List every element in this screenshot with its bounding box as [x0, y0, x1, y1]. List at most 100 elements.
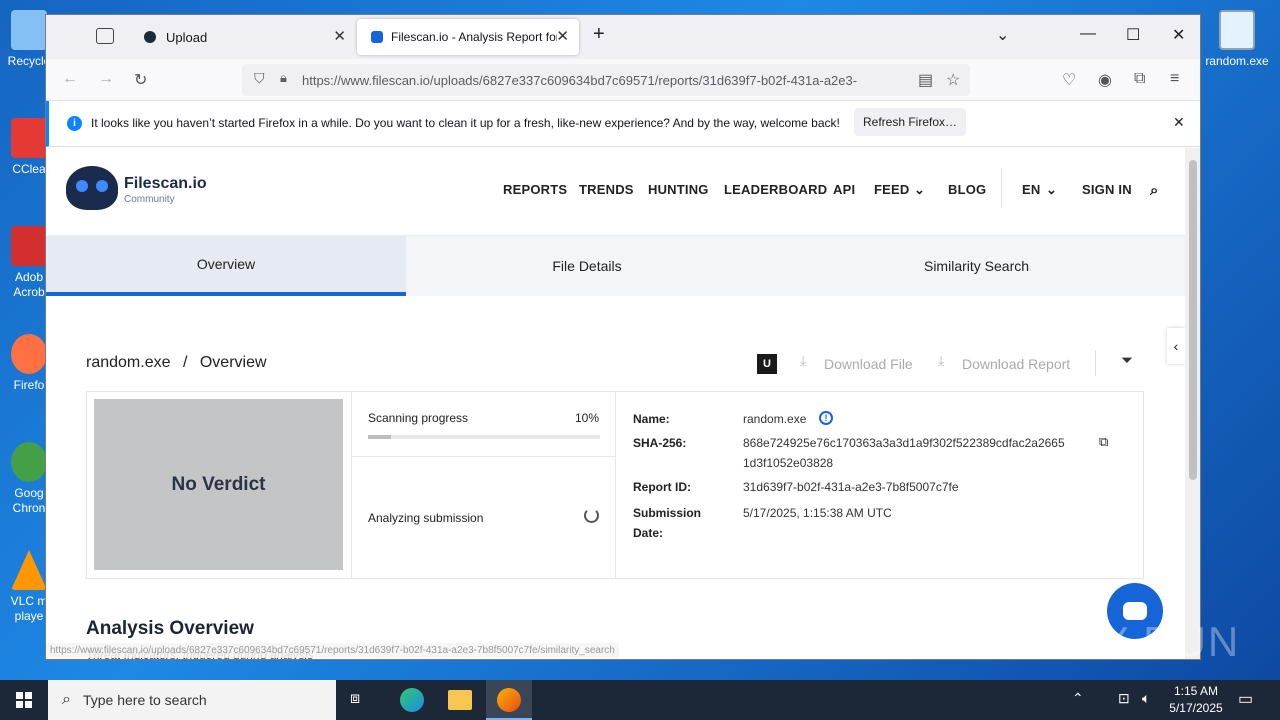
close-tab-icon[interactable]: ✕	[556, 27, 569, 45]
tab-bar: Upload ✕ Filescan.io - Analysis Report f…	[46, 15, 1200, 59]
spinner-icon	[584, 508, 599, 523]
ccleaner-icon	[11, 118, 47, 158]
firefox-icon	[11, 334, 47, 374]
desktop-icon-random-exe[interactable]: random.exe	[1205, 10, 1269, 69]
firefox-taskbar-button[interactable]	[486, 680, 532, 720]
navigation-bar: ← → ↻ ⛉ 🔒︎ https://www.filescan.io/uploa…	[46, 59, 1200, 101]
info-icon: i	[67, 116, 82, 131]
tab-similarity-search[interactable]: Similarity Search	[768, 236, 1185, 296]
menu-feed[interactable]: FEED	[874, 182, 909, 197]
reader-view-icon[interactable]: ▤	[918, 70, 933, 90]
status-url: https://www.filescan.io/uploads/6827e337…	[46, 643, 619, 658]
breadcrumb-separator: /	[182, 354, 188, 371]
tab-filescan-report[interactable]: Filescan.io - Analysis Report for ✕	[357, 19, 579, 55]
menu-icon[interactable]: ≡	[1170, 70, 1179, 88]
taskbar-search[interactable]: ⌕ Type here to search	[48, 680, 336, 720]
show-hidden-icons[interactable]: ⌃	[1072, 690, 1084, 707]
user-badge[interactable]: U	[757, 354, 777, 374]
report-id-label: Report ID:	[633, 480, 691, 494]
pocket-icon[interactable]: ♡	[1062, 70, 1076, 90]
edge-icon[interactable]	[400, 688, 424, 712]
overview-card: No Verdict Scanning progress 10% Analyzi…	[86, 391, 1144, 579]
submission-date-label: Submission	[633, 506, 702, 520]
report-id-value: 31d639f7-b02f-431a-a2e3-7b8f5007c7fe	[743, 480, 959, 494]
account-icon[interactable]: ◉	[1098, 70, 1112, 90]
acrobat-icon	[11, 226, 47, 266]
url-text[interactable]: https://www.filescan.io/uploads/6827e337…	[302, 73, 857, 88]
task-view-icon[interactable]: ⧈	[350, 690, 360, 708]
volume-icon[interactable]: 🔈︎	[1142, 690, 1150, 707]
desktop-icon-label: CClea	[12, 162, 46, 176]
tab-overview[interactable]: Overview	[46, 236, 406, 296]
tab-upload[interactable]: Upload ✕	[130, 19, 356, 55]
minimize-icon[interactable]: —	[1080, 25, 1096, 43]
close-window-icon[interactable]: ✕	[1172, 25, 1185, 45]
download-file-button[interactable]: Download File	[824, 356, 913, 372]
file-explorer-icon[interactable]	[448, 690, 472, 710]
close-tab-icon[interactable]: ✕	[333, 27, 346, 45]
reload-icon[interactable]: ↻	[134, 70, 147, 90]
tab-file-details[interactable]: File Details	[406, 236, 768, 296]
menu-trends[interactable]: TRENDS	[579, 182, 634, 197]
notification-text: It looks like you haven’t started Firefo…	[91, 116, 840, 130]
clock-date[interactable]: 5/17/2025	[1166, 701, 1226, 715]
owl-logo-icon[interactable]	[66, 166, 118, 210]
site-header: Filescan.io Community REPORTS TRENDS HUN…	[46, 148, 1185, 236]
menu-leaderboard[interactable]: LEADERBOARD	[724, 182, 827, 197]
menu-hunting[interactable]: HUNTING	[648, 182, 709, 197]
menu-api[interactable]: API	[833, 182, 855, 197]
notifications-icon[interactable]: ▭	[1238, 689, 1253, 709]
shield-icon[interactable]: ⛉	[254, 70, 265, 87]
browser-window: Upload ✕ Filescan.io - Analysis Report f…	[45, 14, 1201, 660]
scan-progress-label: Scanning progress	[368, 411, 469, 425]
download-report-button[interactable]: Download Report	[962, 356, 1070, 372]
logo-name[interactable]: Filescan.io	[124, 175, 207, 193]
submission-date-label-2: Date:	[633, 526, 664, 540]
tab-favicon-icon	[371, 31, 383, 43]
scrollbar[interactable]	[1185, 148, 1200, 659]
menu-reports[interactable]: REPORTS	[503, 182, 567, 197]
recycle-bin-icon	[11, 10, 47, 50]
menu-language[interactable]: EN	[1022, 182, 1040, 197]
list-tabs-icon[interactable]: ⌄	[996, 25, 1009, 45]
side-panel-toggle[interactable]: ‹	[1167, 328, 1185, 364]
new-tab-icon[interactable]: +	[593, 23, 605, 46]
tab-favicon-icon	[144, 31, 156, 43]
sha256-label: SHA-256:	[633, 436, 687, 450]
url-bar[interactable]: ⛉ 🔒︎ https://www.filescan.io/uploads/682…	[242, 64, 970, 96]
clock-time[interactable]: 1:15 AM	[1172, 684, 1220, 698]
copy-icon[interactable]: ⧉	[1099, 434, 1108, 450]
firefox-icon	[497, 688, 521, 712]
scrollbar-thumb[interactable]	[1189, 160, 1197, 480]
breadcrumb-page: Overview	[199, 354, 267, 371]
submission-date-value: 5/17/2025, 1:15:38 AM UTC	[743, 506, 892, 520]
network-icon[interactable]: ⊡	[1118, 690, 1130, 707]
sha256-value-line1: 868e724925e76c170363a3a3d1a9f302f522389c…	[743, 436, 1065, 450]
breadcrumb-file[interactable]: random.exe	[86, 354, 171, 371]
bookmark-star-icon[interactable]: ☆	[946, 70, 960, 90]
refresh-firefox-button[interactable]: Refresh Firefox…	[854, 108, 966, 136]
close-notification-icon[interactable]: ✕	[1173, 114, 1185, 131]
extensions-icon[interactable]: ⧉	[1134, 70, 1145, 88]
lock-icon[interactable]: 🔒︎	[280, 70, 287, 86]
taskbar: ⌕ Type here to search ⧈ ⌃ ⊡ 🔈︎ 1:15 AM 5…	[0, 680, 1280, 720]
breadcrumb: random.exe / Overview	[86, 354, 267, 372]
forward-icon[interactable]: →	[98, 70, 114, 88]
filter-icon[interactable]: ⏷	[1121, 352, 1133, 369]
analysis-overview-title: Analysis Overview	[86, 618, 254, 639]
sha256-value-line2: 1d3f1052e03828	[743, 456, 834, 470]
chevron-down-icon[interactable]: ⌄	[1046, 182, 1057, 198]
chevron-down-icon[interactable]: ⌄	[914, 182, 925, 198]
watermark: ANY RUN	[1038, 618, 1241, 665]
maximize-icon[interactable]: ☐	[1126, 25, 1140, 45]
toolbar-divider	[1095, 350, 1096, 376]
menu-sign-in[interactable]: SIGN IN	[1082, 182, 1132, 197]
search-icon[interactable]: ⌕	[1150, 182, 1159, 199]
info-icon[interactable]: !	[819, 411, 833, 425]
desktop-icon-label: Firefo	[13, 378, 45, 392]
web-page: Filescan.io Community REPORTS TRENDS HUN…	[46, 148, 1185, 659]
back-icon[interactable]: ←	[62, 70, 78, 88]
tab-overview-icon[interactable]	[96, 28, 114, 44]
windows-start-icon[interactable]	[16, 692, 32, 708]
menu-blog[interactable]: BLOG	[948, 182, 986, 197]
